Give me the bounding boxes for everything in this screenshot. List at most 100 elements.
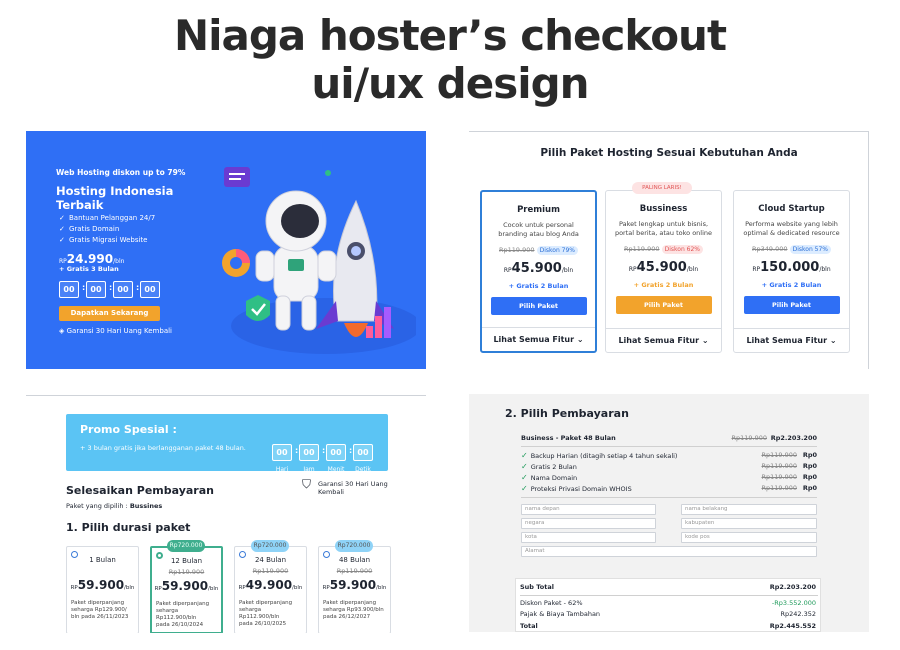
package-old-price-row: Rp119.900 Diskon 79%: [482, 246, 595, 256]
duration-old-price: Rp119.900: [252, 567, 289, 575]
duration-price-suffix: /bln: [376, 585, 387, 591]
city-input[interactable]: kota: [521, 532, 656, 543]
duration-card-48-months[interactable]: 48 Bulan Rp119.900 RP59.900/bln Paket di…: [318, 546, 391, 633]
package-desc: Cocok untuk personal branding atau blog …: [498, 221, 579, 238]
package-card-business[interactable]: Bussiness Paket lengkap untuk bisnis, po…: [605, 190, 722, 353]
see-all-features-link[interactable]: Lihat Semua Fitur ⌄: [734, 328, 849, 352]
hero-benefit: Gratis Domain: [59, 224, 155, 235]
duration-card-12-months[interactable]: 12 Bulan Rp119.900 RP59.900/bln Paket di…: [150, 546, 223, 633]
order-item-old-price: Rp119.900: [761, 484, 797, 492]
hero-benefit: Gratis Migrasi Website: [59, 235, 155, 246]
features-label: Lihat Semua Fitur: [618, 336, 700, 345]
order-item-old-price: Rp119.900: [761, 462, 797, 470]
page-title-line1: Niaga hoster’s checkout: [173, 11, 727, 60]
hero-headline-line1: Hosting Indonesia: [56, 184, 174, 198]
select-package-button[interactable]: Pilih Paket: [615, 296, 712, 314]
promo-desc: + 3 bulan gratis jika berlangganan paket…: [80, 444, 246, 452]
radio-button[interactable]: [323, 551, 330, 558]
package-old-price: Rp119.900: [624, 245, 660, 253]
promo-countdown-seconds: 00: [353, 444, 373, 461]
postal-code-input[interactable]: kode pos: [681, 532, 817, 543]
duration-renewal-note: Paket diperpanjang seharga Rp112.900/bln p…: [156, 601, 217, 629]
chevron-down-icon: ⌄: [829, 336, 837, 345]
shield-icon: ◈: [59, 327, 65, 335]
divider: [521, 497, 817, 498]
renewal-note-line: pada 26/10/2024: [156, 622, 204, 628]
chosen-package-label: Paket yang dipilih :: [66, 502, 130, 510]
duration-old-price: [67, 567, 138, 576]
package-card-cloud-startup[interactable]: Cloud Startup Performa website yang lebi…: [733, 190, 850, 353]
price-ribbon: Rp720.000: [251, 540, 289, 552]
see-all-features-link[interactable]: Lihat Semua Fitur ⌄: [606, 328, 721, 352]
guarantee-line1: Garansi 30 Hari Uang: [318, 480, 388, 488]
select-package-button[interactable]: Pilih Paket: [743, 296, 840, 314]
duration-card-24-months[interactable]: 24 Bulan Rp119.900 RP49.900/bln Paket di…: [234, 546, 307, 633]
renewal-note-line: bln pada 26/11/2023: [71, 614, 129, 620]
checkout-section-title: Selesaikan Pembayaran: [66, 484, 214, 497]
district-input[interactable]: kabupaten: [681, 518, 817, 529]
features-label: Lihat Semua Fitur: [746, 336, 828, 345]
hero-countdown-sep: :: [82, 283, 86, 292]
first-name-input[interactable]: nama depan: [521, 504, 656, 515]
package-price: RP45.900/bln: [606, 260, 721, 275]
order-item-price: Rp0: [802, 473, 817, 481]
check-icon: ✓: [521, 451, 528, 460]
order-item-row: ✓ Proteksi Privasi Domain WHOIS Rp119.900…: [521, 484, 817, 493]
hero-price-value: 24.990: [66, 252, 114, 266]
country-input[interactable]: negara: [521, 518, 656, 529]
duration-renewal-note: Paket diperpanjang seharga Rp129.900/bln …: [71, 600, 134, 621]
subtotal-value: Rp2.203.200: [769, 583, 816, 591]
promo-label-hours: Jam: [303, 466, 315, 473]
duration-price-suffix: /bln: [208, 586, 219, 592]
package-price-value: 45.900: [636, 260, 687, 275]
order-item-label: Proteksi Privasi Domain WHOIS: [530, 485, 632, 493]
duration-price-value: 59.900: [329, 578, 377, 592]
hero-cta-button[interactable]: Dapatkan Sekarang: [59, 306, 160, 321]
package-old-price-row: Rp119.900 Diskon 62%: [606, 245, 721, 255]
duration-months: 1 Bulan: [89, 556, 116, 564]
duration-renewal-note: Paket diperpanjang seharga Rp93.900/bln pa…: [323, 600, 386, 621]
chosen-package-value: Bussines: [129, 502, 163, 510]
hero-guarantee-text: Garansi 30 Hari Uang Kembali: [66, 327, 173, 335]
hero-price-suffix: /bln: [113, 258, 125, 265]
radio-button[interactable]: [239, 551, 246, 558]
price-ribbon: Rp720.000: [335, 540, 373, 552]
see-all-features-link[interactable]: Lihat Semua Fitur ⌄: [482, 327, 595, 351]
package-heading: Pilih Paket Hosting Sesuai Kebutuhan And…: [540, 147, 798, 159]
chosen-package: Paket yang dipilih : Bussines: [66, 502, 162, 510]
package-desc: Performa website yang lebih optimal & de…: [743, 220, 840, 237]
hero-countdown-sep: :: [109, 283, 113, 292]
order-item-old-price: Rp119.900: [761, 451, 797, 459]
select-package-button[interactable]: Pilih Paket: [490, 297, 587, 315]
radio-button[interactable]: [71, 551, 78, 558]
package-card-premium[interactable]: Premium Cocok untuk personal branding at…: [480, 190, 597, 353]
order-package-price: Rp2.203.200: [770, 434, 817, 442]
bar-chart-icon: [366, 326, 373, 338]
duration-months: 24 Bulan: [254, 556, 287, 564]
radio-button[interactable]: [156, 552, 163, 559]
renewal-note-line: seharga Rp93.900/bln: [323, 607, 384, 613]
divider: [521, 446, 817, 447]
order-item-old-price: Rp119.900: [761, 473, 797, 481]
order-package-label: Business - Paket 48 Bulan: [521, 434, 616, 442]
promo-countdown-hours: 00: [299, 444, 319, 461]
duration-card-1-month[interactable]: 1 Bulan RP59.900/bln Paket diperpanjang s…: [66, 546, 139, 633]
address-input[interactable]: Alamat: [521, 546, 817, 557]
subtotal-label: Sub Total: [520, 583, 554, 591]
promo-banner: Promo Spesial : + 3 bulan gratis jika be…: [66, 414, 388, 473]
package-old-price: Rp349.000: [752, 245, 788, 253]
duration-price: RP59.900/bln: [67, 578, 138, 592]
renewal-note-line: seharga Rp112.900/bln: [239, 607, 280, 620]
discount-value: -Rp3.552.000: [771, 599, 816, 607]
total-value: Rp2.445.552: [769, 622, 816, 630]
duration-price-value: 59.900: [77, 578, 125, 592]
payment-title: 2. Pilih Pembayaran: [505, 407, 629, 420]
last-name-input[interactable]: nama belakang: [681, 504, 817, 515]
decoration-dot: [325, 170, 331, 176]
promo-label-seconds: Detik: [355, 466, 371, 473]
duration-price-value: 49.900: [245, 578, 293, 592]
hero-countdown-seconds: 00: [140, 281, 160, 298]
package-price-prefix: RP: [752, 266, 761, 273]
total-label: Total: [520, 622, 538, 630]
promo-countdown-minutes: 00: [326, 444, 346, 461]
